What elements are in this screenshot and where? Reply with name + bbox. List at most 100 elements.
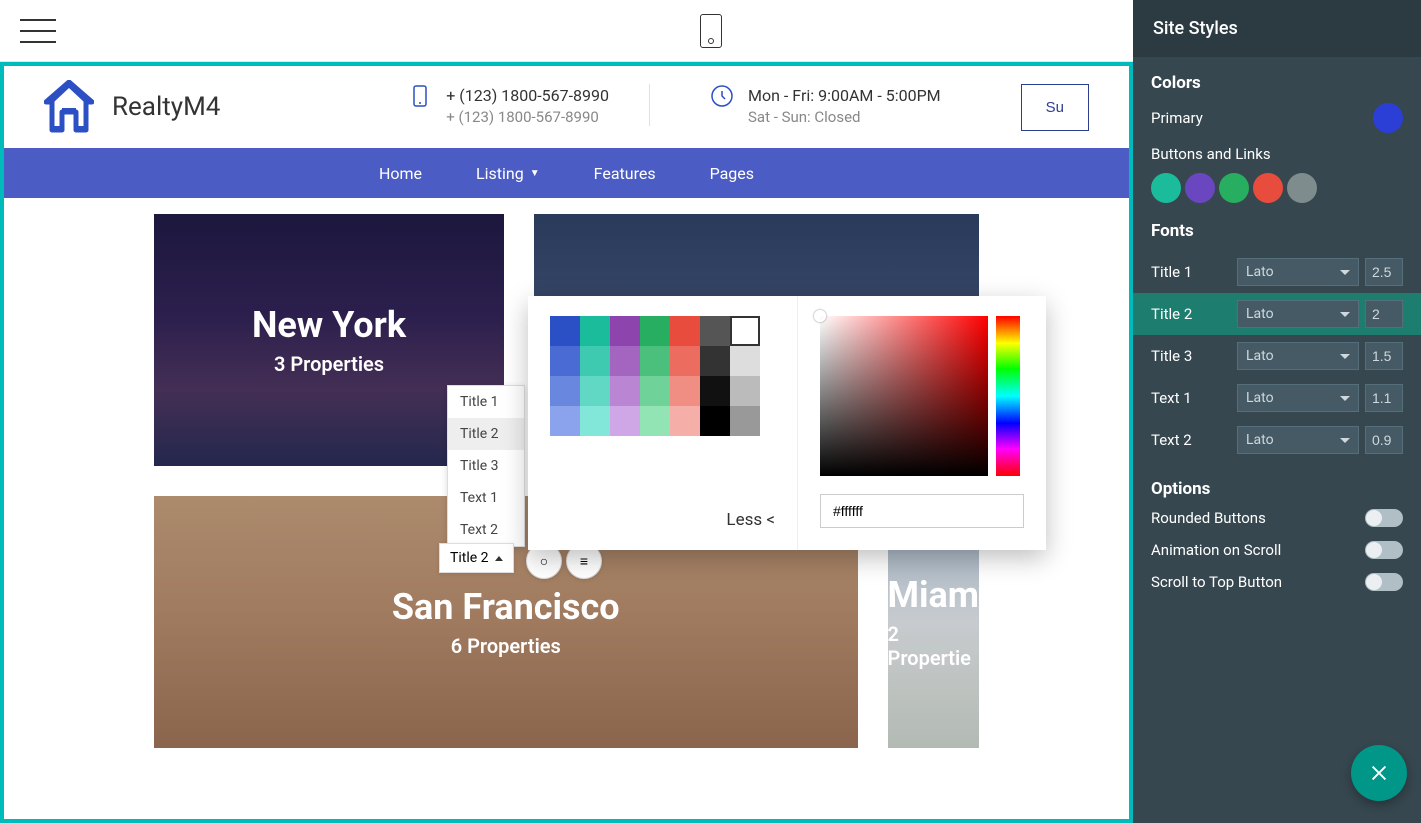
font-size-input[interactable] xyxy=(1365,300,1403,328)
font-select[interactable]: Lato xyxy=(1237,258,1359,286)
font-select[interactable]: Lato xyxy=(1237,384,1359,412)
color-swatch[interactable] xyxy=(550,316,580,346)
font-select[interactable]: Lato xyxy=(1237,426,1359,454)
color-swatch[interactable] xyxy=(670,316,700,346)
main-nav: Home Listing▼ Features Pages xyxy=(4,148,1129,198)
hex-input[interactable] xyxy=(820,494,1024,528)
chevron-down-icon xyxy=(1340,438,1350,443)
color-swatch[interactable] xyxy=(550,346,580,376)
card-subtitle: 6 Properties xyxy=(451,634,561,658)
title-style-menu: Title 1 Title 2 Title 3 Text 1 Text 2 xyxy=(447,385,525,547)
font-select[interactable]: Lato xyxy=(1237,300,1359,328)
color-swatch[interactable] xyxy=(700,376,730,406)
nav-home[interactable]: Home xyxy=(359,150,442,197)
color-swatch[interactable] xyxy=(700,406,730,436)
hue-slider[interactable] xyxy=(996,316,1020,476)
color-swatch[interactable] xyxy=(610,316,640,346)
button-color-swatch[interactable] xyxy=(1253,173,1283,203)
phone-info-block: + (123) 1800-567-8990 + (123) 1800-567-8… xyxy=(388,84,650,126)
color-swatch[interactable] xyxy=(640,316,670,346)
scroll-top-label: Scroll to Top Button xyxy=(1151,573,1282,591)
chevron-down-icon xyxy=(1340,270,1350,275)
color-swatch[interactable] xyxy=(730,376,760,406)
color-swatch[interactable] xyxy=(580,376,610,406)
nav-pages[interactable]: Pages xyxy=(690,150,774,197)
phone-icon xyxy=(408,84,432,108)
font-size-input[interactable] xyxy=(1365,258,1403,286)
colors-heading: Colors xyxy=(1151,73,1403,93)
rounded-buttons-toggle[interactable] xyxy=(1365,509,1403,527)
scroll-top-toggle[interactable] xyxy=(1365,573,1403,591)
color-swatch[interactable] xyxy=(670,346,700,376)
color-swatch[interactable] xyxy=(610,406,640,436)
color-swatch[interactable] xyxy=(730,346,760,376)
title-selector-label: Title 2 xyxy=(450,550,489,566)
color-swatch[interactable] xyxy=(580,346,610,376)
brand-name[interactable]: RealtyM4 xyxy=(112,92,220,122)
font-row-text1: Text 1 Lato xyxy=(1133,377,1421,419)
hours-secondary[interactable]: Sat - Sun: Closed xyxy=(748,108,941,126)
chevron-down-icon xyxy=(1340,396,1350,401)
animation-scroll-toggle[interactable] xyxy=(1365,541,1403,559)
nav-features-label: Features xyxy=(594,164,656,183)
color-swatch[interactable] xyxy=(670,406,700,436)
card-title: Miam xyxy=(888,574,980,616)
title-menu-item[interactable]: Text 1 xyxy=(448,482,524,514)
mobile-device-icon[interactable] xyxy=(700,14,722,48)
color-swatch[interactable] xyxy=(610,376,640,406)
buttons-links-label: Buttons and Links xyxy=(1151,145,1403,163)
color-swatch-selected[interactable] xyxy=(730,316,760,346)
primary-color-swatch[interactable] xyxy=(1373,103,1403,133)
color-swatch[interactable] xyxy=(580,406,610,436)
color-swatch[interactable] xyxy=(550,406,580,436)
color-swatch[interactable] xyxy=(670,376,700,406)
title-menu-item[interactable]: Text 2 xyxy=(448,514,524,546)
font-size-input[interactable] xyxy=(1365,384,1403,412)
font-select[interactable]: Lato xyxy=(1237,342,1359,370)
hours-primary[interactable]: Mon - Fri: 9:00AM - 5:00PM xyxy=(748,84,941,108)
chevron-down-icon xyxy=(1340,312,1350,317)
nav-listing[interactable]: Listing▼ xyxy=(456,150,560,197)
phone-primary[interactable]: + (123) 1800-567-8990 xyxy=(446,84,609,108)
button-color-swatch[interactable] xyxy=(1219,173,1249,203)
title-menu-item[interactable]: Title 1 xyxy=(448,386,524,418)
card-subtitle: 3 Properties xyxy=(274,352,384,376)
card-subtitle: 2 Propertie xyxy=(888,622,980,670)
font-label: Title 3 xyxy=(1151,347,1231,365)
color-swatch[interactable] xyxy=(700,346,730,376)
color-picker-popup: Less < xyxy=(528,296,1046,550)
less-toggle-link[interactable]: Less < xyxy=(726,510,775,530)
font-size-input[interactable] xyxy=(1365,342,1403,370)
color-swatch[interactable] xyxy=(640,346,670,376)
title-menu-item[interactable]: Title 3 xyxy=(448,450,524,482)
button-color-swatch[interactable] xyxy=(1185,173,1215,203)
font-label: Text 1 xyxy=(1151,389,1231,407)
nav-features[interactable]: Features xyxy=(574,150,676,197)
saturation-value-picker[interactable] xyxy=(820,316,988,476)
title-style-selector[interactable]: Title 2 xyxy=(439,543,514,573)
button-color-swatch[interactable] xyxy=(1287,173,1317,203)
font-label: Title 1 xyxy=(1151,263,1231,281)
subscribe-button[interactable]: Su xyxy=(1021,84,1089,131)
color-swatch[interactable] xyxy=(580,316,610,346)
site-header: RealtyM4 + (123) 1800-567-8990 + (123) 1… xyxy=(4,66,1129,148)
button-color-swatch[interactable] xyxy=(1151,173,1181,203)
hamburger-menu-icon[interactable] xyxy=(20,19,56,43)
primary-color-label: Primary xyxy=(1151,109,1203,127)
color-swatch[interactable] xyxy=(700,316,730,346)
color-swatch[interactable] xyxy=(640,376,670,406)
font-row-title2: Title 2 Lato xyxy=(1133,293,1421,335)
font-size-input[interactable] xyxy=(1365,426,1403,454)
title-menu-item[interactable]: Title 2 xyxy=(448,418,524,450)
picker-handle[interactable] xyxy=(814,310,826,322)
color-swatch[interactable] xyxy=(730,406,760,436)
chevron-down-icon: ▼ xyxy=(530,168,540,179)
panel-title: Site Styles xyxy=(1133,0,1421,57)
fonts-heading: Fonts xyxy=(1151,221,1403,241)
color-swatch[interactable] xyxy=(610,346,640,376)
phone-secondary[interactable]: + (123) 1800-567-8990 xyxy=(446,108,609,126)
color-swatch[interactable] xyxy=(550,376,580,406)
close-panel-button[interactable] xyxy=(1351,745,1407,801)
color-swatch[interactable] xyxy=(640,406,670,436)
swatch-grid xyxy=(550,316,775,436)
